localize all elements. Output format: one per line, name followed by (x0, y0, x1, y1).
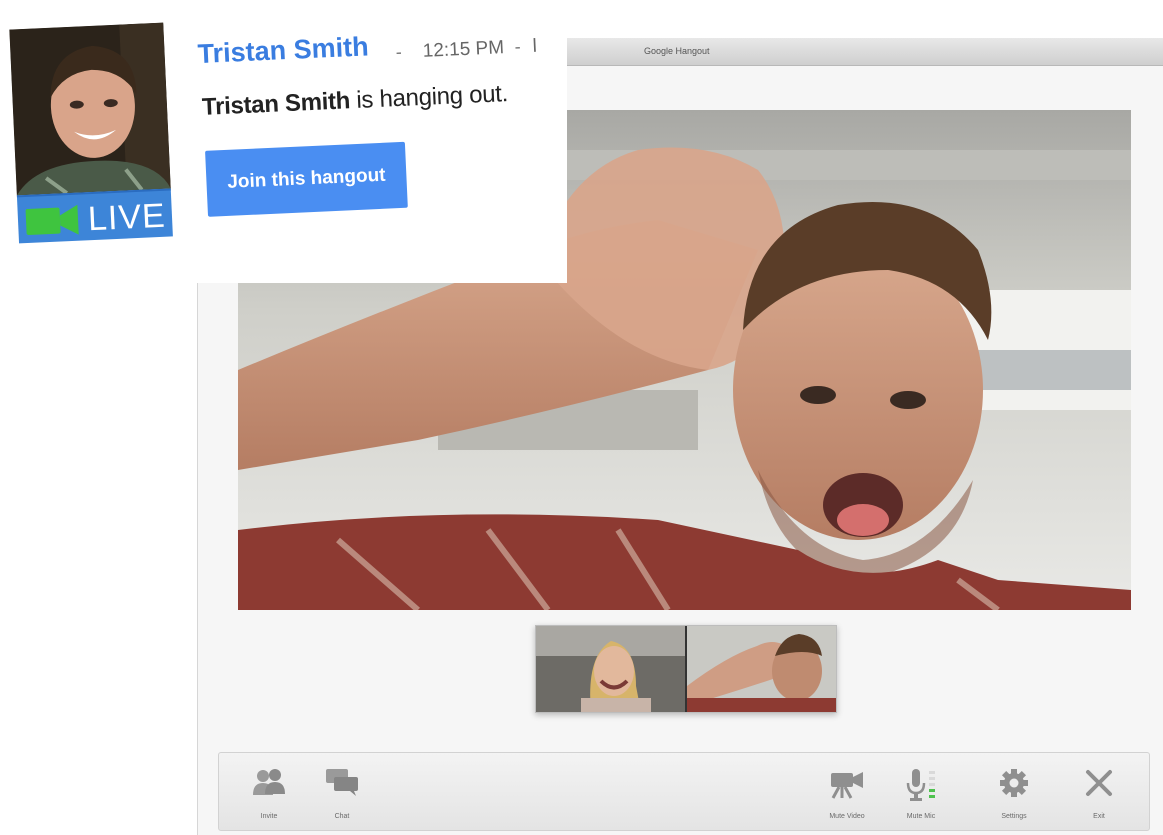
invite-button[interactable]: Invite (239, 761, 299, 827)
mute-mic-label: Mute Mic (906, 813, 936, 820)
chat-icon (326, 769, 358, 796)
chat-button[interactable]: Chat (312, 761, 372, 827)
mute-video-button[interactable]: Mute Video (817, 761, 877, 827)
video-camera-icon (25, 204, 79, 235)
live-badge: LIVE (16, 188, 173, 244)
mute-mic-button[interactable]: Mute Mic (891, 761, 951, 827)
exit-label: Exit (1093, 813, 1105, 820)
post-time[interactable]: 12:15 PM (422, 37, 504, 63)
window-title: Google Hangout (644, 46, 710, 56)
hangout-toolbar: Invite Chat Mute Video Mute Mic Settings… (218, 752, 1150, 831)
close-icon (1086, 770, 1112, 796)
exit-button[interactable]: Exit (1069, 761, 1129, 827)
people-icon (253, 769, 285, 795)
chat-label: Chat (334, 813, 350, 820)
invite-label: Invite (260, 813, 278, 820)
truncated-text: l (532, 35, 538, 57)
status-name: Tristan Smith (201, 87, 351, 121)
participant-video-thumb (687, 626, 836, 712)
separator: - (395, 41, 403, 63)
user-name-link[interactable]: Tristan Smith (197, 31, 369, 70)
status-message: is hanging out. (349, 80, 509, 115)
microphone-icon (906, 769, 935, 801)
gear-icon (1000, 769, 1028, 797)
settings-label: Settings (1001, 813, 1027, 820)
participant-thumbnail[interactable] (687, 626, 836, 712)
settings-button[interactable]: Settings (984, 761, 1044, 827)
participant-video-thumb (536, 626, 685, 712)
status-text: Tristan Smith is hanging out. (201, 80, 508, 122)
live-label: LIVE (87, 196, 167, 239)
hangout-notification: LIVE Tristan Smith - 12:15 PM - l Trista… (0, 0, 567, 283)
separator: - (514, 36, 522, 57)
video-camera-icon (831, 772, 863, 799)
avatar-photo (9, 22, 171, 196)
avatar (9, 22, 171, 196)
participant-thumbnail[interactable] (536, 626, 685, 712)
mute-video-label: Mute Video (829, 813, 865, 820)
participant-thumbnails (535, 625, 837, 713)
join-hangout-button[interactable]: Join this hangout (205, 141, 408, 217)
